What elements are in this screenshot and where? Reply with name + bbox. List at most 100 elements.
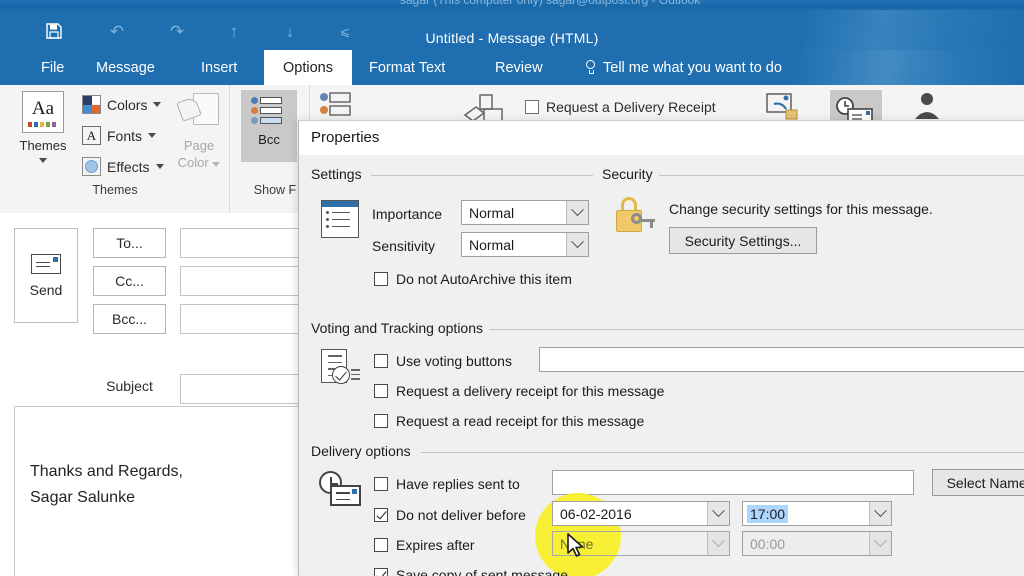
bcc-toggle-button[interactable]: Bcc [241, 90, 297, 162]
save-copy-of-sent-message-checkbox[interactable]: Save copy of sent message [374, 567, 568, 576]
settings-icon [321, 200, 359, 238]
expires-after-time-select[interactable]: 00:00 [742, 531, 892, 556]
cc-button[interactable]: Cc... [93, 266, 166, 296]
expires-after-box[interactable] [374, 538, 388, 552]
save-icon[interactable] [42, 19, 66, 43]
expires-after-time-value: 00:00 [750, 535, 786, 552]
have-replies-sent-to-checkbox[interactable]: Have replies sent to [374, 476, 520, 492]
expires-after-checkbox[interactable]: Expires after [374, 537, 475, 553]
tab-file[interactable]: File [30, 50, 75, 85]
undo-icon[interactable]: ↶ [105, 19, 129, 43]
do-not-deliver-time-chevron-down-icon[interactable] [869, 502, 891, 525]
tab-review[interactable]: Review [484, 50, 554, 85]
tell-me-label: Tell me what you want to do [603, 59, 782, 76]
sensitivity-value: Normal [469, 236, 515, 253]
colors-button[interactable]: Colors [82, 95, 162, 114]
do-not-deliver-before-date-value: 06-02-2016 [560, 505, 632, 522]
cc-field[interactable] [180, 266, 308, 296]
use-voting-buttons-checkbox[interactable]: Use voting buttons [374, 353, 512, 369]
expires-after-date-select[interactable]: None [552, 531, 730, 556]
colors-chevron-down-icon[interactable] [153, 102, 162, 107]
do-not-deliver-date-chevron-down-icon[interactable] [707, 502, 729, 525]
voting-buttons-input[interactable] [539, 347, 1024, 372]
request-delivery-receipt-checkbox[interactable]: Request a Delivery Receipt [525, 99, 716, 115]
save-sent-item-icon[interactable] [766, 92, 800, 122]
customize-quick-access-toolbar-icon[interactable]: ⩽ [333, 19, 357, 43]
voting-buttons-icon[interactable] [462, 93, 503, 123]
request-delivery-receipt-dialog-checkbox[interactable]: Request a delivery receipt for this mess… [374, 383, 664, 399]
do-not-deliver-before-box[interactable] [374, 508, 388, 522]
tab-options[interactable]: Options [264, 50, 352, 85]
do-not-autoarchive-checkbox[interactable]: Do not AutoArchive this item [374, 271, 572, 287]
previous-item-icon[interactable]: ↑ [222, 19, 246, 43]
expires-after-date-value: None [560, 535, 594, 552]
parent-window-titlebar: sagar (This computer only) sagar@outpost… [0, 0, 1024, 10]
expires-after-time-chevron-down-icon[interactable] [869, 532, 891, 555]
parent-window-title: sagar (This computer only) sagar@outpost… [400, 0, 701, 7]
tab-insert[interactable]: Insert [190, 50, 248, 85]
fonts-button[interactable]: A Fonts [82, 126, 157, 145]
bcc-button[interactable]: Bcc... [93, 304, 166, 334]
security-settings-button[interactable]: Security Settings... [669, 227, 817, 254]
subject-label: Subject [106, 378, 153, 394]
fonts-chevron-down-icon[interactable] [148, 133, 157, 138]
importance-select[interactable]: Normal [461, 200, 589, 225]
permission-icon[interactable] [318, 91, 352, 121]
request-delivery-receipt-box[interactable] [525, 100, 539, 114]
direct-replies-to-icon[interactable] [910, 91, 944, 121]
themes-group-label: Themes [92, 183, 138, 197]
do-not-deliver-before-date-select[interactable]: 06-02-2016 [552, 501, 730, 526]
send-button-label: Send [29, 281, 63, 298]
theme-swatches [28, 122, 56, 127]
themes-chevron-down-icon[interactable] [39, 158, 47, 163]
request-read-receipt-box[interactable] [374, 414, 388, 428]
to-field[interactable] [180, 228, 308, 258]
colors-label: Colors [107, 96, 148, 113]
bcc-field[interactable] [180, 304, 308, 334]
tab-format-text[interactable]: Format Text [358, 50, 456, 85]
page-color-label: Page Color [178, 137, 221, 171]
tab-message[interactable]: Message [85, 50, 166, 85]
use-voting-buttons-label: Use voting buttons [396, 353, 512, 369]
do-not-deliver-before-label: Do not deliver before [396, 507, 526, 523]
next-item-icon[interactable]: ↓ [278, 19, 302, 43]
sensitivity-chevron-down-icon[interactable] [566, 233, 588, 256]
select-names-button[interactable]: Select Names... [932, 469, 1024, 496]
expires-after-date-chevron-down-icon[interactable] [707, 532, 729, 555]
request-delivery-receipt-dialog-box[interactable] [374, 384, 388, 398]
request-read-receipt-checkbox[interactable]: Request a read receipt for this message [374, 413, 644, 429]
page-color-button[interactable]: Page Color [168, 93, 230, 171]
save-copy-of-sent-message-box[interactable] [374, 568, 388, 576]
bcc-people-icon [251, 96, 287, 128]
voting-tracking-icon [321, 349, 361, 391]
quick-access-toolbar: ↶ ↷ ↑ ↓ ⩽ Untitled - Message (HTML) [0, 10, 1024, 50]
use-voting-buttons-box[interactable] [374, 354, 388, 368]
effects-button[interactable]: Effects [82, 157, 164, 176]
do-not-autoarchive-box[interactable] [374, 272, 388, 286]
body-line-2: Sagar Salunke [30, 489, 135, 506]
redo-icon[interactable]: ↷ [165, 19, 189, 43]
importance-chevron-down-icon[interactable] [566, 201, 588, 224]
send-button[interactable]: Send [14, 228, 78, 323]
sensitivity-label: Sensitivity [372, 238, 436, 254]
voting-group-rule [487, 329, 1024, 330]
themes-button[interactable]: Aa Themes [12, 91, 74, 163]
have-replies-sent-to-input[interactable] [552, 470, 914, 495]
request-read-receipt-label: Request a read receipt for this message [396, 413, 645, 429]
importance-label: Importance [372, 206, 443, 222]
page-color-icon [176, 93, 219, 133]
themes-button-label: Themes [19, 138, 67, 153]
delivery-group-label: Delivery options [311, 443, 417, 459]
effects-chevron-down-icon[interactable] [155, 164, 164, 169]
do-not-deliver-before-time-select[interactable]: 17:00 [742, 501, 892, 526]
message-body[interactable]: Thanks and Regards, Sagar Salunke [14, 406, 308, 576]
subject-field[interactable] [180, 374, 308, 404]
effects-icon [82, 157, 101, 176]
voting-group-label: Voting and Tracking options [311, 320, 490, 336]
have-replies-sent-to-box[interactable] [374, 477, 388, 491]
do-not-deliver-before-checkbox[interactable]: Do not deliver before [374, 507, 526, 523]
sensitivity-select[interactable]: Normal [461, 232, 589, 257]
to-button[interactable]: To... [93, 228, 166, 258]
tell-me-box[interactable]: Tell me what you want to do [585, 50, 782, 85]
bcc-button-label: Bcc [258, 132, 280, 147]
